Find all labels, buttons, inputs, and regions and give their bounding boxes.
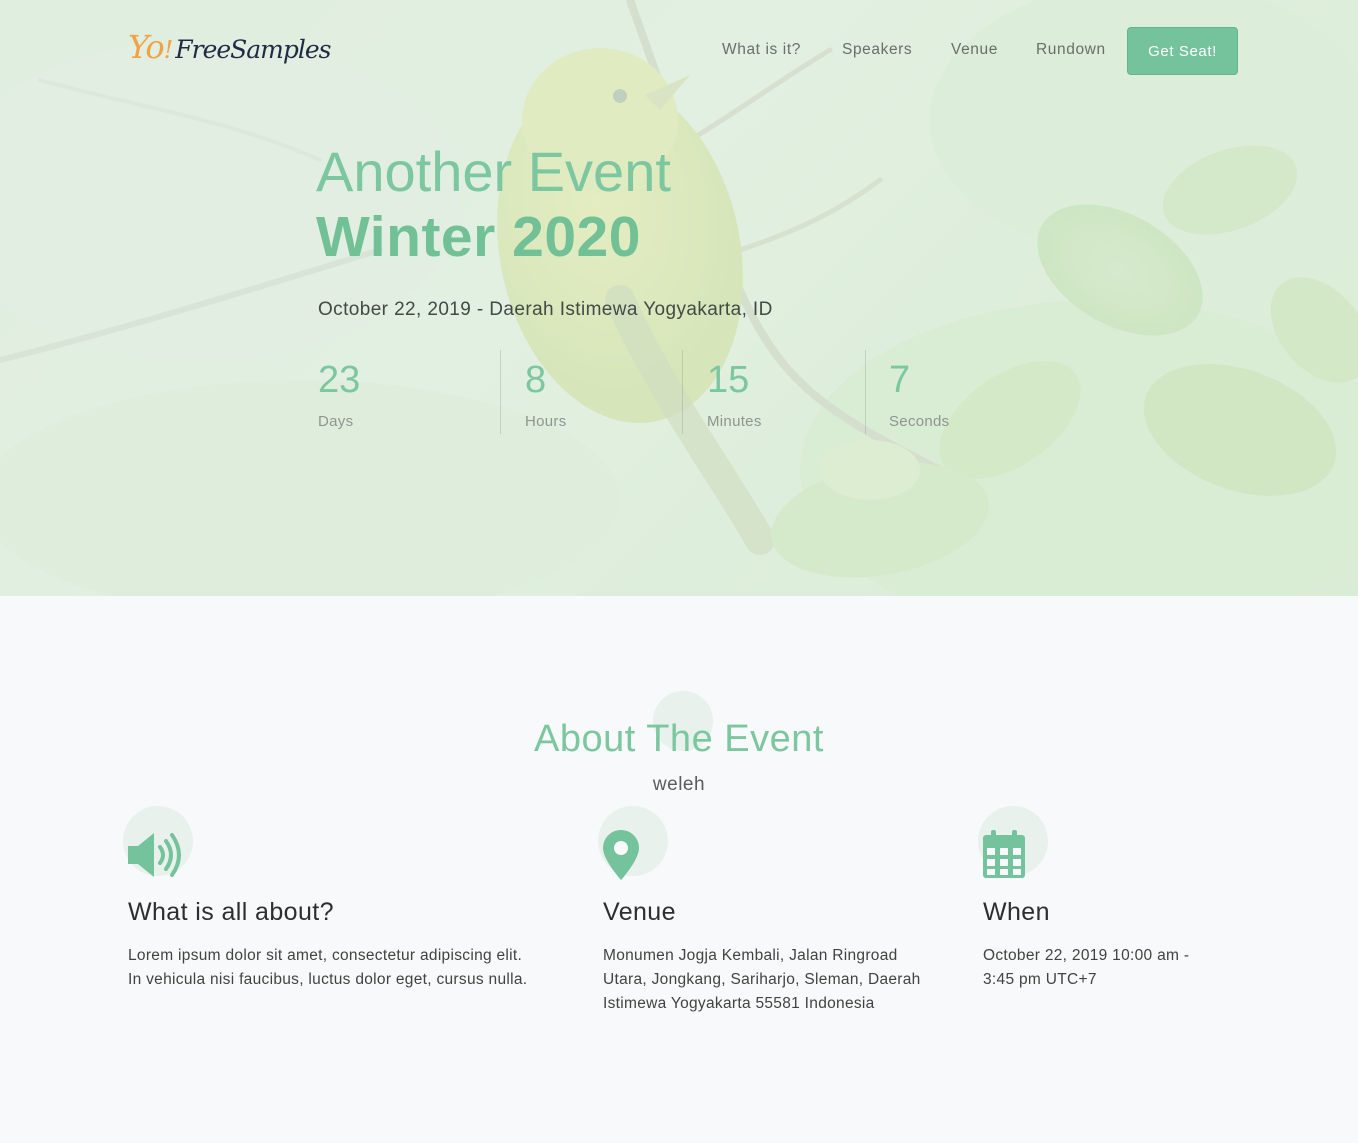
countdown-days: 23 Days [318,350,360,434]
countdown-timer: 23 Days 8 Hours 15 Minutes 7 Seconds [318,350,978,434]
countdown-divider [500,350,501,434]
countdown-divider [682,350,683,434]
calendar-icon [983,830,1025,878]
logo-name-text: FreeSamples [175,35,331,64]
hero-kicker: Another Event [316,140,671,203]
about-title: About The Event [534,718,824,760]
countdown-days-label: Days [318,413,354,430]
feature-about-title: What is all about? [128,898,334,926]
hero-section: Yo ! FreeSamples What is it? Speakers Ve… [0,0,1358,596]
feature-venue-text-line: Monumen Jogja Kembali, Jalan Ringroad [603,947,898,964]
countdown-hours-label: Hours [525,413,567,430]
feature-venue-text: Monumen Jogja Kembali, Jalan Ringroad Ut… [603,944,953,1016]
map-pin-icon [603,830,639,880]
speaker-icon [128,833,181,877]
feature-venue-text-line: Utara, Jongkang, Sariharjo, Sleman, Daer… [603,971,921,988]
logo-bang-text: ! [163,36,174,64]
feature-venue-text-line: Istimewa Yogyakarta 55581 Indonesia [603,995,875,1012]
hero-title: Winter 2020 [316,205,641,269]
nav-link-what-is-it[interactable]: What is it? [722,41,801,59]
countdown-minutes-label: Minutes [707,413,762,430]
hero-subtitle: October 22, 2019 - Daerah Istimewa Yogya… [318,299,773,320]
countdown-hours: 8 Hours [525,350,567,434]
feature-about-text-line: Lorem ipsum dolor sit amet, consectetur … [128,947,523,964]
countdown-seconds-value: 7 [889,359,911,401]
feature-when-title: When [983,898,1050,926]
top-navbar: Yo ! FreeSamples What is it? Speakers Ve… [0,0,1358,100]
get-seat-button[interactable]: Get Seat! [1127,27,1238,75]
feature-about: What is all about? Lorem ipsum dolor sit… [123,806,578,1026]
nav-link-rundown[interactable]: Rundown [1036,41,1106,59]
feature-venue-title: Venue [603,898,676,926]
countdown-seconds: 7 Seconds [889,350,949,434]
logo-yo-text: Yo [128,28,165,66]
countdown-hours-value: 8 [525,359,547,401]
feature-when-text: October 22, 2019 10:00 am - 3:45 pm UTC+… [983,944,1233,992]
countdown-minutes-value: 15 [707,359,750,401]
countdown-days-value: 23 [318,359,361,401]
countdown-minutes: 15 Minutes [707,350,762,434]
nav-link-venue[interactable]: Venue [951,41,998,59]
feature-about-text: Lorem ipsum dolor sit amet, consectetur … [128,944,578,992]
countdown-divider [865,350,866,434]
brand-logo[interactable]: Yo ! FreeSamples [128,28,332,78]
feature-about-text-line: In vehicula nisi faucibus, luctus dolor … [128,971,528,988]
feature-when: When October 22, 2019 10:00 am - 3:45 pm… [978,806,1233,1026]
about-subtitle: weleh [652,774,706,795]
nav-link-speakers[interactable]: Speakers [842,41,912,59]
feature-when-text-line: 3:45 pm UTC+7 [983,971,1097,988]
feature-when-text-line: October 22, 2019 10:00 am - [983,947,1190,964]
feature-venue: Venue Monumen Jogja Kembali, Jalan Ringr… [598,806,953,1026]
countdown-seconds-label: Seconds [889,413,950,430]
